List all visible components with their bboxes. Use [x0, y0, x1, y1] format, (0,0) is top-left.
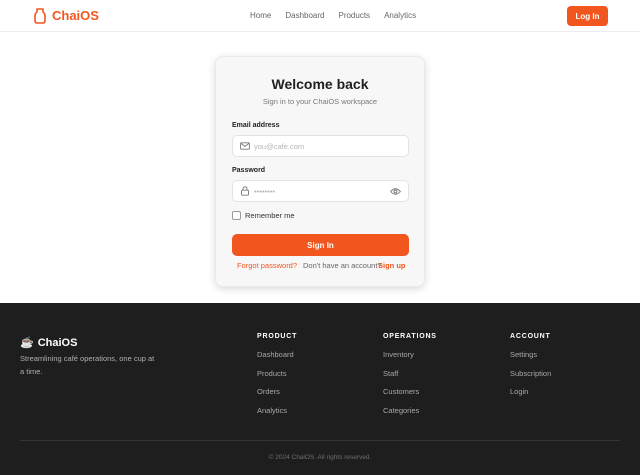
nav-link-home[interactable]: Home [250, 11, 271, 20]
nav-link-analytics[interactable]: Analytics [384, 11, 416, 20]
nav-link-products[interactable]: Products [338, 11, 370, 20]
brand-name: ChaiOS [52, 8, 99, 23]
footer-column-title: OPERATIONS [383, 333, 437, 340]
footer-link-dashboard[interactable]: Dashboard [257, 350, 297, 359]
footer-link-subscription[interactable]: Subscription [510, 369, 551, 378]
main-nav: Home Dashboard Products Analytics [250, 11, 430, 20]
footer-link-analytics[interactable]: Analytics [257, 406, 297, 415]
email-label: Email address [232, 122, 280, 129]
password-label: Password [232, 167, 266, 174]
signin-card: Welcome back Sign in to your ChaiOS work… [215, 56, 425, 287]
remember-me[interactable]: Remember me [232, 211, 295, 220]
footer-link-login[interactable]: Login [510, 387, 551, 396]
password-placeholder: •••••••• [254, 187, 276, 196]
signup-link[interactable]: Sign up [378, 261, 406, 270]
footer-link-settings[interactable]: Settings [510, 350, 551, 359]
footer-tagline: Streamlining café operations, one cup at… [20, 354, 155, 376]
top-navbar: ChaiOS Home Dashboard Products Analytics… [0, 0, 640, 32]
footer-link-categories[interactable]: Categories [383, 406, 437, 415]
footer-link-orders[interactable]: Orders [257, 387, 297, 396]
mail-icon [240, 142, 250, 150]
footer-column-account: ACCOUNT Settings Subscription Login [510, 333, 551, 406]
footer-column-operations: OPERATIONS Inventory Staff Customers Cat… [383, 333, 437, 424]
footer-link-inventory[interactable]: Inventory [383, 350, 437, 359]
card-subtitle: Sign in to your ChaiOS workspace [262, 97, 378, 106]
brand-logo[interactable]: ChaiOS [34, 7, 99, 24]
email-placeholder: you@cafe.com [254, 142, 305, 151]
remember-checkbox[interactable] [232, 211, 241, 220]
footer-column-title: ACCOUNT [510, 333, 551, 340]
remember-label: Remember me [245, 211, 295, 220]
password-field[interactable]: •••••••• [232, 180, 409, 202]
footer-brand-name: ChaiOS [37, 336, 78, 349]
footer-brand: ☕ ChaiOS [20, 336, 78, 350]
footer-link-products[interactable]: Products [257, 369, 297, 378]
footer-divider [20, 440, 620, 441]
footer-column-product: PRODUCT Dashboard Products Orders Analyt… [257, 333, 297, 424]
signin-button[interactable]: Sign In [232, 234, 409, 256]
footer-link-customers[interactable]: Customers [383, 387, 437, 396]
copyright-text: © 2024 ChaiOS. All rights reserved. [268, 454, 372, 461]
eye-icon[interactable] [390, 187, 401, 196]
chai-cup-icon [34, 8, 46, 24]
footer-column-title: PRODUCT [257, 333, 298, 340]
no-account-text: Don't have an account? [303, 261, 382, 270]
login-button[interactable]: Log In [567, 6, 608, 26]
coffee-cup-icon: ☕ [20, 337, 34, 349]
card-title: Welcome back [271, 76, 369, 92]
forgot-password-link[interactable]: Forgot password? [237, 261, 297, 270]
footer: ☕ ChaiOS Streamlining café operations, o… [0, 303, 640, 475]
lock-icon [241, 186, 249, 196]
nav-link-dashboard[interactable]: Dashboard [285, 11, 324, 20]
email-field[interactable]: you@cafe.com [232, 135, 409, 157]
footer-link-staff[interactable]: Staff [383, 369, 437, 378]
